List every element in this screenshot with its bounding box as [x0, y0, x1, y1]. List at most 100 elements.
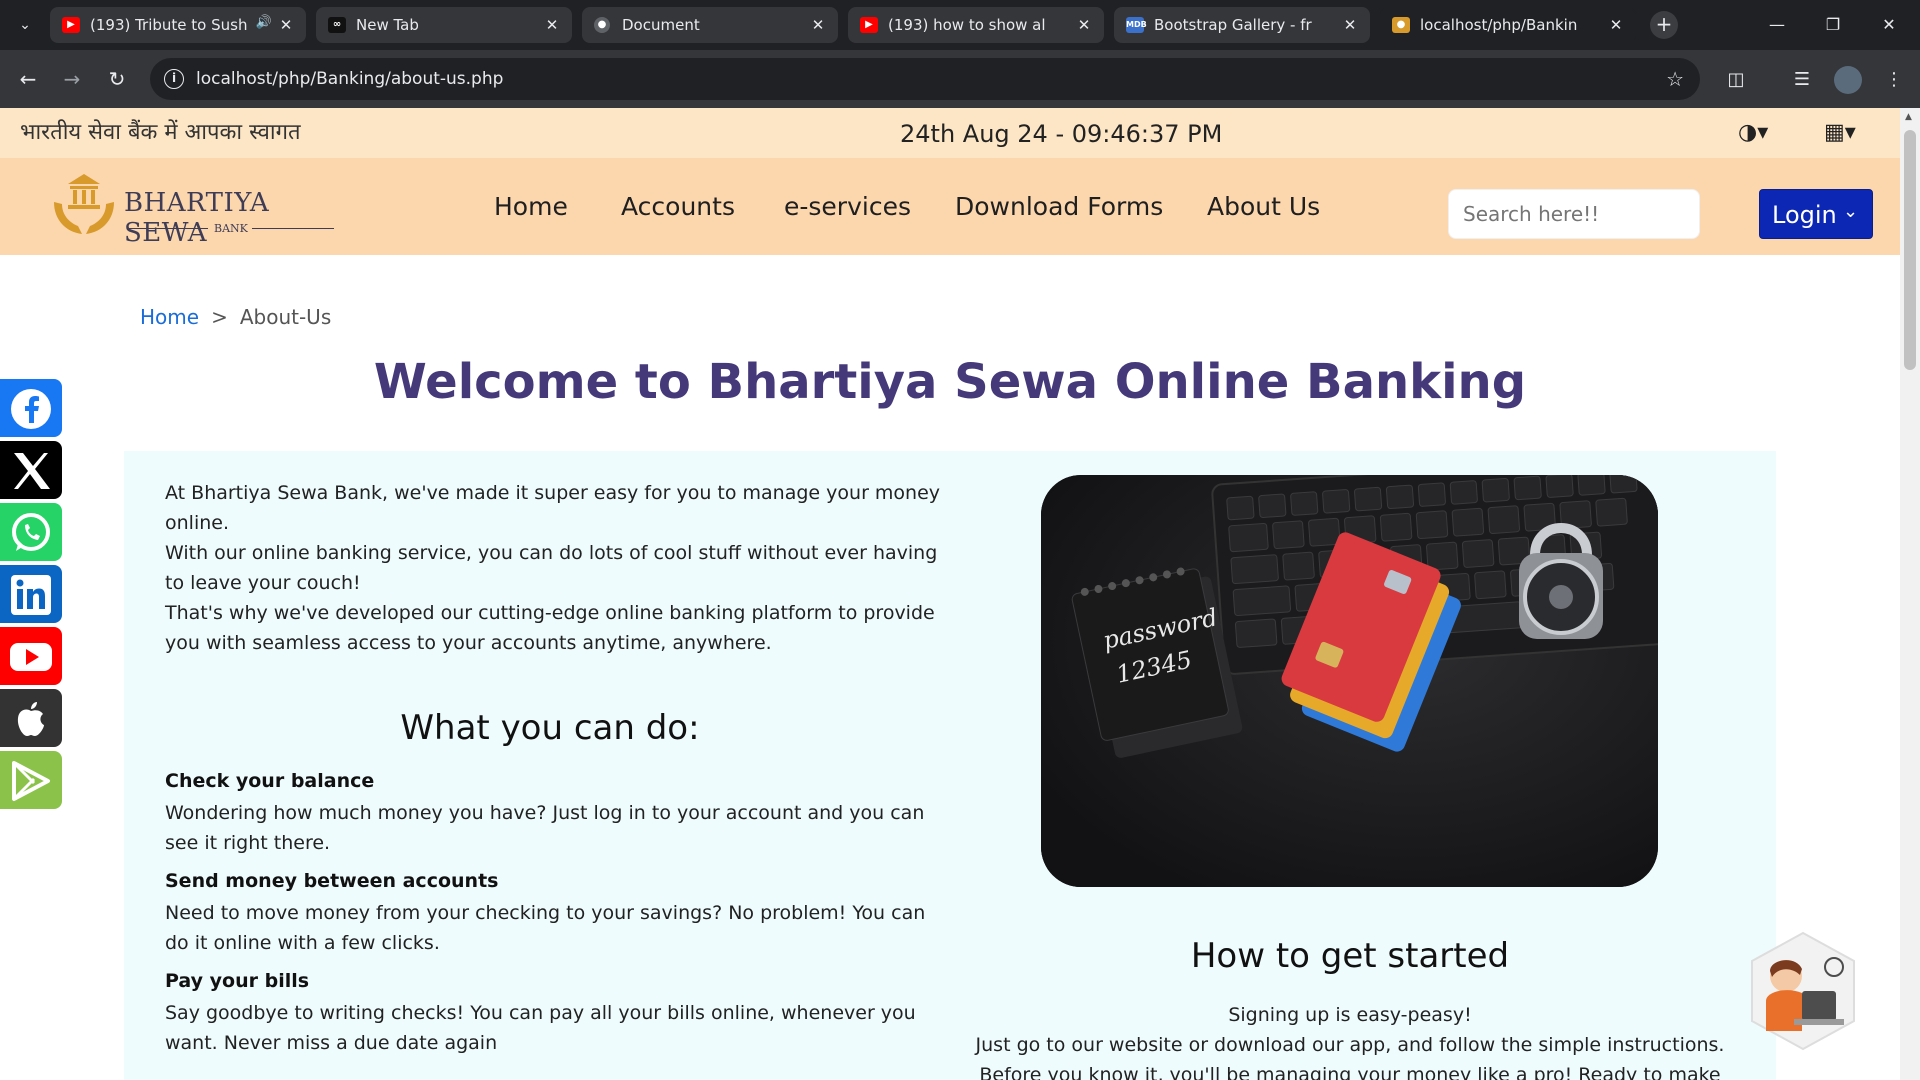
translate-icon[interactable]: ▦▾ — [1824, 120, 1856, 145]
extensions-icon[interactable]: ◫ — [1722, 66, 1750, 94]
search-input[interactable] — [1449, 190, 1699, 238]
intro-text: At Bhartiya Sewa Bank, we've made it sup… — [165, 478, 945, 658]
divider — [252, 228, 334, 229]
close-icon[interactable]: ✕ — [1074, 15, 1094, 35]
scrollbar-thumb[interactable] — [1904, 130, 1916, 370]
intro-paragraph: With our online banking service, you can… — [165, 542, 938, 594]
how-to-get-started-text: Signing up is easy-peasy! Just go to our… — [965, 1000, 1735, 1080]
signup-line: Signing up is easy-peasy! — [1228, 1004, 1472, 1026]
infinity-icon: ∞ — [328, 17, 346, 33]
mdb-icon: MDB — [1126, 17, 1147, 33]
media-control-icon[interactable]: ☰ — [1788, 66, 1816, 94]
browser-tab[interactable]: ● Document ✕ — [582, 7, 838, 43]
bookmark-star-icon[interactable]: ☆ — [1666, 67, 1684, 91]
theme-toggle-icon[interactable]: ◑▾ — [1738, 120, 1768, 145]
google-play-button[interactable] — [0, 751, 62, 809]
whatsapp-button[interactable] — [0, 503, 62, 561]
close-icon[interactable]: ✕ — [276, 15, 296, 35]
site-info-icon[interactable]: i — [164, 69, 184, 89]
profile-avatar[interactable] — [1834, 66, 1862, 94]
x-button[interactable] — [0, 441, 62, 499]
url-text[interactable]: localhost/php/Banking/about-us.php — [196, 69, 503, 89]
chat-assistant-icon — [1751, 931, 1855, 1051]
scroll-up-arrow-icon[interactable]: ▲ — [1905, 112, 1912, 122]
close-icon[interactable]: ✕ — [808, 15, 828, 35]
browser-menu-icon[interactable]: ⋮ — [1880, 66, 1908, 94]
reload-icon[interactable]: ↻ — [103, 65, 131, 93]
youtube-icon: ▶ — [860, 17, 878, 33]
instructions-line: Just go to our website or download our a… — [975, 1034, 1725, 1080]
bank-icon: ● — [1392, 17, 1410, 33]
apple-button[interactable] — [0, 689, 62, 747]
tab-title: Bootstrap Gallery - free ex — [1154, 16, 1312, 34]
main-navbar: BHARTIYA SEWA BANK Home Accounts e-servi… — [0, 158, 1900, 255]
forward-arrow-icon[interactable]: → — [58, 65, 86, 93]
nav-accounts[interactable]: Accounts — [621, 192, 735, 221]
close-icon[interactable]: ✕ — [542, 15, 562, 35]
browser-tab[interactable]: ∞ New Tab ✕ — [316, 7, 572, 43]
feature-desc: Say goodbye to writing checks! You can p… — [165, 1002, 916, 1054]
nav-e-services[interactable]: e-services — [784, 192, 911, 221]
minimize-icon[interactable]: — — [1764, 12, 1790, 38]
tab-search-chevron-icon[interactable]: ⌄ — [12, 12, 38, 38]
chatbot-widget[interactable] — [1748, 931, 1858, 1051]
close-icon[interactable]: ✕ — [1340, 15, 1360, 35]
divider — [128, 228, 208, 229]
page-title: Welcome to Bhartiya Sewa Online Banking — [373, 354, 1527, 410]
youtube-button[interactable] — [0, 627, 62, 685]
chevron-down-icon: ⌄ — [1843, 201, 1859, 222]
nav-about-us[interactable]: About Us — [1207, 192, 1320, 221]
breadcrumb-separator: > — [211, 305, 228, 329]
close-window-icon[interactable]: ✕ — [1876, 12, 1902, 38]
login-button[interactable]: Login ⌄ — [1759, 189, 1873, 239]
browser-tab[interactable]: MDB Bootstrap Gallery - free ex ✕ — [1114, 7, 1370, 43]
feature-title: Send money between accounts — [165, 870, 499, 892]
nav-home[interactable]: Home — [494, 192, 568, 221]
linkedin-button[interactable] — [0, 565, 62, 623]
x-icon — [14, 453, 50, 489]
how-to-get-started-heading: How to get started — [1190, 936, 1510, 976]
brand-sub: BANK — [214, 222, 248, 235]
search-box — [1448, 189, 1700, 239]
restore-icon[interactable]: ❐ — [1820, 12, 1846, 38]
new-tab-button[interactable]: + — [1650, 11, 1678, 39]
feature-title: Check your balance — [165, 770, 375, 792]
nav-download-forms[interactable]: Download Forms — [955, 192, 1163, 221]
breadcrumb-home-link[interactable]: Home — [140, 305, 199, 329]
page-scrollbar[interactable]: ▲ — [1900, 108, 1920, 1080]
breadcrumb-current: About-Us — [239, 305, 332, 329]
linkedin-icon — [11, 575, 51, 615]
tab-title: Document — [622, 16, 700, 34]
close-icon[interactable]: ✕ — [1606, 15, 1626, 35]
facebook-button[interactable] — [0, 379, 62, 437]
address-bar[interactable]: i localhost/php/Banking/about-us.php ☆ — [150, 58, 1700, 100]
online-security-image: password 12345 — [1041, 475, 1658, 887]
browser-tab[interactable]: ▶ (193) Tribute to Sushant 🔊 ✕ — [50, 7, 306, 43]
intro-paragraph: At Bhartiya Sewa Bank, we've made it sup… — [165, 482, 941, 534]
browser-tab[interactable]: ▶ (193) how to show albums ✕ — [848, 7, 1104, 43]
hands-bank-icon — [54, 174, 114, 234]
tab-title: (193) Tribute to Sushant — [90, 16, 248, 34]
back-arrow-icon[interactable]: ← — [14, 65, 42, 93]
speaker-icon[interactable]: 🔊 — [256, 15, 272, 30]
what-you-can-do-heading: What you can do: — [400, 708, 700, 748]
youtube-icon — [10, 643, 52, 671]
browser-tab-active[interactable]: ● localhost/php/Banking/abo ✕ — [1380, 7, 1636, 43]
browser-toolbar: ← → ↻ i localhost/php/Banking/about-us.p… — [0, 50, 1920, 108]
facebook-icon — [11, 389, 51, 429]
top-info-bar: भारतीय सेवा बैंक में आपका स्वागत 24th Au… — [0, 108, 1900, 158]
youtube-icon: ▶ — [62, 17, 80, 33]
tab-title: (193) how to show albums — [888, 16, 1046, 34]
breadcrumb: Home > About-Us — [140, 305, 331, 329]
google-play-icon — [12, 761, 50, 801]
feature-desc: Wondering how much money you have? Just … — [165, 802, 925, 854]
feature-title: Pay your bills — [165, 970, 310, 992]
bank-logo[interactable]: BHARTIYA SEWA BANK — [48, 168, 338, 248]
browser-tabstrip: ⌄ ▶ (193) Tribute to Sushant 🔊 ✕ ∞ New T… — [0, 0, 1920, 50]
tab-title: localhost/php/Banking/abo — [1420, 16, 1578, 34]
keyboard-cards-padlock-illustration: password 12345 — [1041, 475, 1658, 887]
tab-title: New Tab — [356, 16, 419, 34]
whatsapp-icon — [12, 513, 50, 551]
date-time-clock: 24th Aug 24 - 09:46:37 PM — [900, 120, 1223, 148]
brand-name: BHARTIYA SEWA — [124, 188, 270, 248]
